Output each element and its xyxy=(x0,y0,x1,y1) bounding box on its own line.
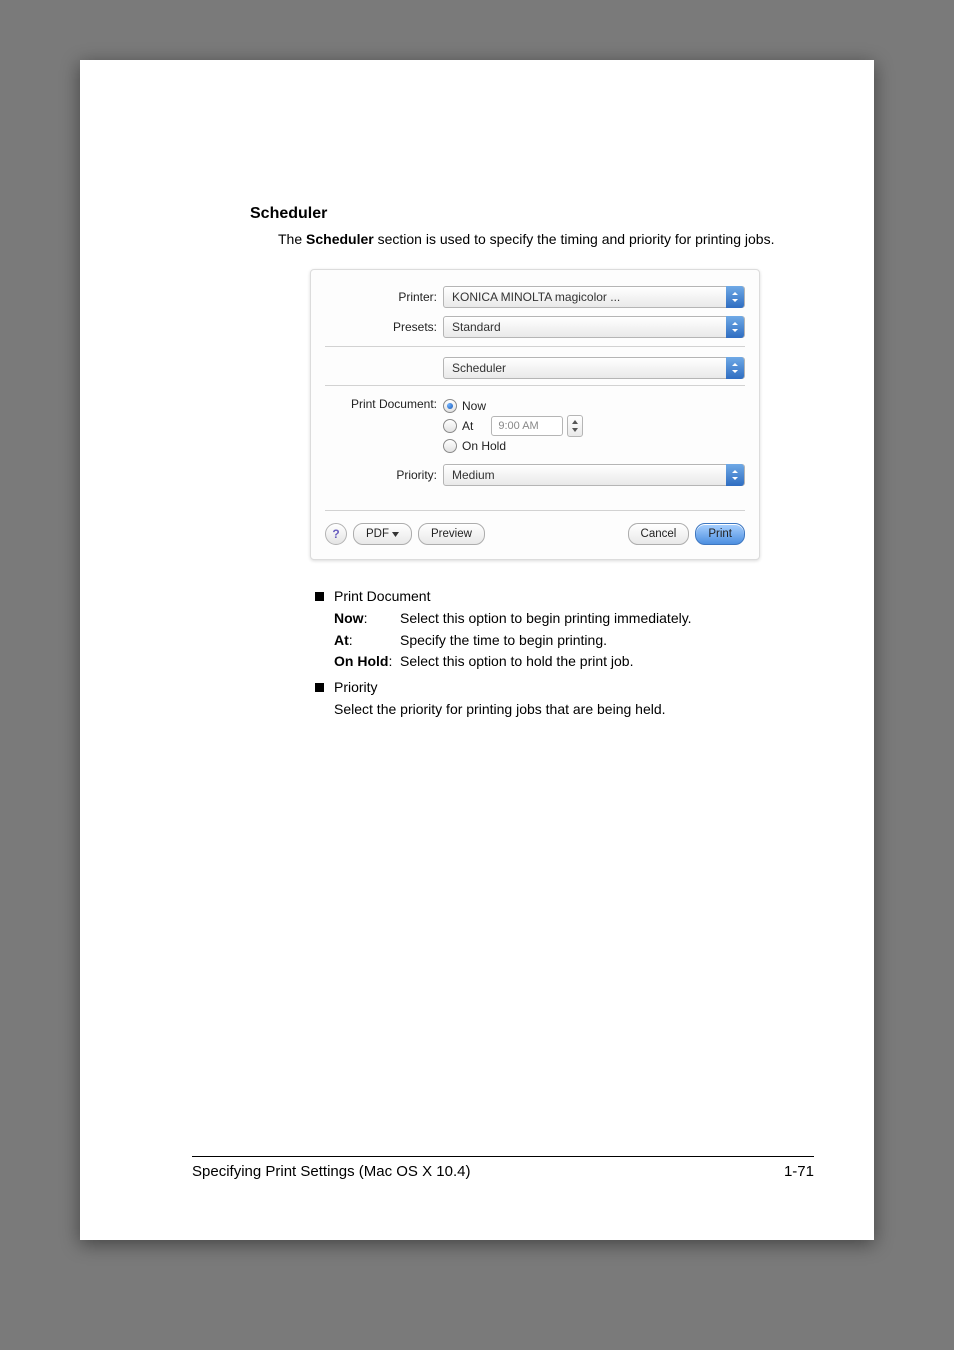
radio-on-hold-icon xyxy=(443,439,457,453)
bullet-print-document: Print Document xyxy=(315,586,814,608)
chevron-down-icon xyxy=(392,528,399,540)
desc-on-hold: Select this option to hold the print job… xyxy=(400,651,633,673)
bullet-priority-label: Priority xyxy=(334,677,378,699)
option-now-label: Now xyxy=(462,399,486,413)
footer-left: Specifying Print Settings (Mac OS X 10.4… xyxy=(192,1163,470,1180)
intro-bold-term: Scheduler xyxy=(306,231,374,247)
divider xyxy=(325,385,745,386)
desc-now: Select this option to begin printing imm… xyxy=(400,608,692,630)
radio-now-icon xyxy=(443,399,457,413)
print-document-options: Now At 9:00 AM xyxy=(443,396,583,456)
term-now: Now: xyxy=(334,608,400,630)
desc-priority: Select the priority for printing jobs th… xyxy=(334,699,814,721)
intro-prefix: The xyxy=(278,231,306,247)
printer-row: Printer: KONICA MINOLTA magicolor ... xyxy=(325,286,745,308)
cancel-button-label: Cancel xyxy=(641,528,677,540)
colon: : xyxy=(388,653,392,669)
colon: : xyxy=(364,610,368,626)
section-row: Scheduler xyxy=(325,357,745,379)
dropdown-arrows-icon xyxy=(726,316,744,338)
dialog-footer: ? PDF Preview Cancel Print xyxy=(325,510,745,545)
priority-row: Priority: Medium xyxy=(325,464,745,486)
term-on-hold-b: On Hold xyxy=(334,653,388,669)
print-document-group: Print Document: Now At 9:00 AM xyxy=(325,396,745,456)
term-now-b: Now xyxy=(334,610,364,626)
intro-paragraph: The Scheduler section is used to specify… xyxy=(278,229,814,249)
option-at-label: At xyxy=(462,419,473,433)
bullet-priority: Priority xyxy=(315,677,814,699)
priority-label: Priority: xyxy=(325,468,443,482)
bullet-icon xyxy=(315,592,324,601)
priority-select[interactable]: Medium xyxy=(443,464,745,486)
cancel-button[interactable]: Cancel xyxy=(628,523,690,545)
section-select-value: Scheduler xyxy=(452,361,506,375)
option-at[interactable]: At 9:00 AM xyxy=(443,416,583,436)
print-dialog: Printer: KONICA MINOLTA magicolor ... Pr… xyxy=(310,269,760,560)
pdf-button-label: PDF xyxy=(366,528,389,540)
option-on-hold-label: On Hold xyxy=(462,439,506,453)
time-stepper[interactable]: 9:00 AM xyxy=(491,415,583,437)
radio-at-icon xyxy=(443,419,457,433)
presets-label: Presets: xyxy=(325,320,443,334)
section-select[interactable]: Scheduler xyxy=(443,357,745,379)
dropdown-arrows-icon xyxy=(726,357,744,379)
footer-right: 1-71 xyxy=(784,1163,814,1180)
term-at: At: xyxy=(334,630,400,652)
divider xyxy=(325,346,745,347)
def-now: Now: Select this option to begin printin… xyxy=(334,608,814,630)
document-page: Scheduler The Scheduler section is used … xyxy=(80,60,874,1240)
desc-at: Specify the time to begin printing. xyxy=(400,630,607,652)
def-at: At: Specify the time to begin printing. xyxy=(334,630,814,652)
term-on-hold: On Hold: xyxy=(334,651,400,673)
stepper-arrows-icon[interactable] xyxy=(567,415,583,437)
dropdown-arrows-icon xyxy=(726,286,744,308)
preview-button[interactable]: Preview xyxy=(418,523,485,545)
bullet-icon xyxy=(315,683,324,692)
section-heading: Scheduler xyxy=(250,205,814,223)
description-list: Print Document Now: Select this option t… xyxy=(315,586,814,720)
preview-button-label: Preview xyxy=(431,528,472,540)
bullet-print-document-label: Print Document xyxy=(334,586,430,608)
dropdown-arrows-icon xyxy=(726,464,744,486)
dialog-screenshot: Printer: KONICA MINOLTA magicolor ... Pr… xyxy=(310,269,760,560)
presets-select-value: Standard xyxy=(452,320,501,334)
print-button[interactable]: Print xyxy=(695,523,745,545)
term-at-b: At xyxy=(334,632,349,648)
pdf-button[interactable]: PDF xyxy=(353,523,412,545)
presets-select[interactable]: Standard xyxy=(443,316,745,338)
def-on-hold: On Hold: Select this option to hold the … xyxy=(334,651,814,673)
print-document-label: Print Document: xyxy=(325,396,443,456)
printer-select[interactable]: KONICA MINOLTA magicolor ... xyxy=(443,286,745,308)
colon: : xyxy=(349,632,353,648)
presets-row: Presets: Standard xyxy=(325,316,745,338)
priority-select-value: Medium xyxy=(452,468,495,482)
printer-label: Printer: xyxy=(325,290,443,304)
option-on-hold[interactable]: On Hold xyxy=(443,436,583,456)
print-button-label: Print xyxy=(708,528,732,540)
help-button[interactable]: ? xyxy=(325,523,347,545)
page-footer: Specifying Print Settings (Mac OS X 10.4… xyxy=(192,1156,814,1180)
time-value: 9:00 AM xyxy=(491,416,563,436)
option-now[interactable]: Now xyxy=(443,396,583,416)
printer-select-value: KONICA MINOLTA magicolor ... xyxy=(452,290,620,304)
intro-rest: section is used to specify the timing an… xyxy=(374,231,775,247)
